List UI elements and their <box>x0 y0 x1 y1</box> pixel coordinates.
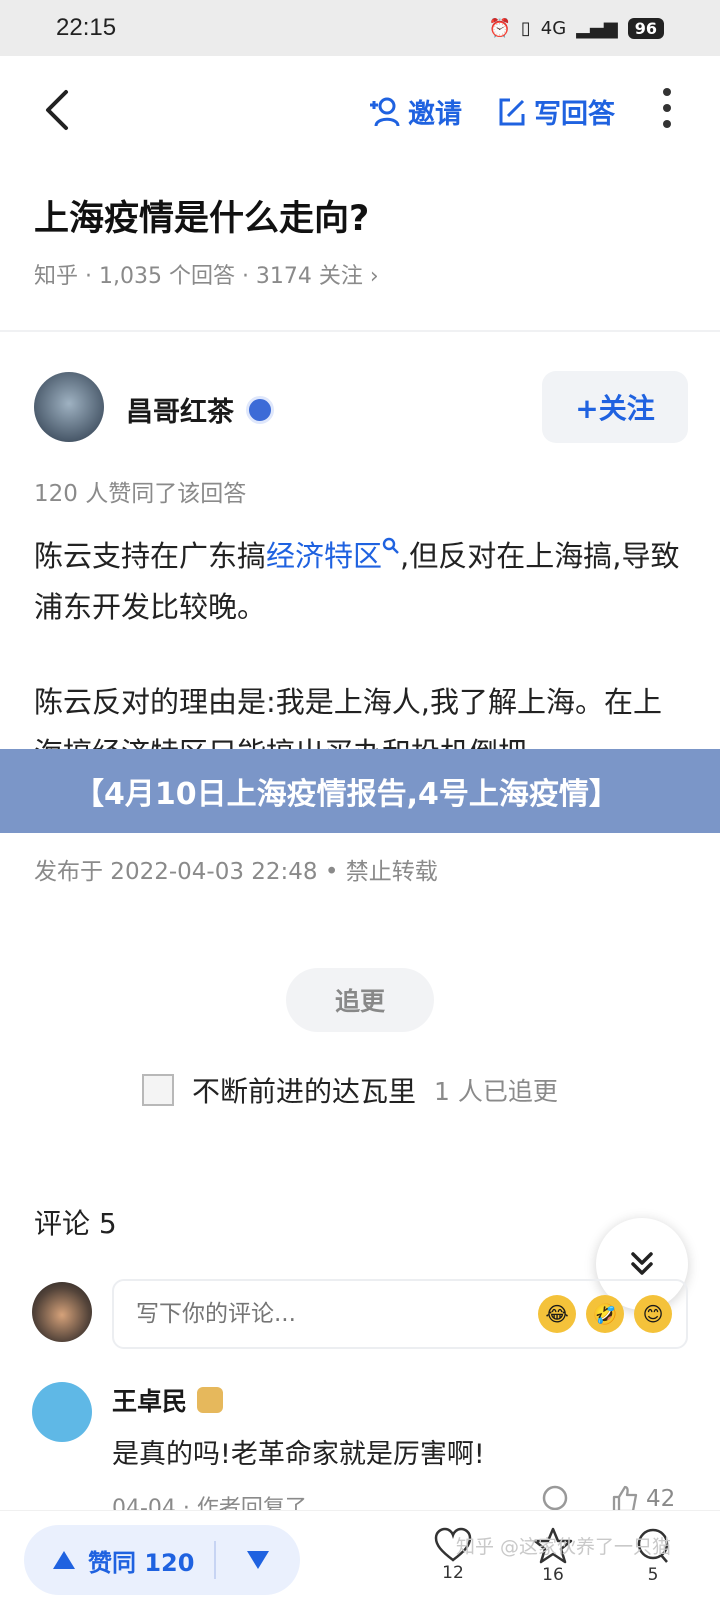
follow-updates-button[interactable]: 追更 <box>286 968 434 1032</box>
author-avatar[interactable] <box>34 372 104 442</box>
rolling-laughing-emoji-icon[interactable]: 🤣 <box>586 1295 624 1333</box>
more-dot-icon <box>663 104 671 112</box>
comment-avatar[interactable] <box>32 1382 92 1442</box>
verified-badge-icon <box>246 395 274 424</box>
edit-icon <box>499 98 525 125</box>
network-label: 4G <box>540 17 567 39</box>
smiling-emoji-icon[interactable]: 😊 <box>634 1295 672 1333</box>
alarm-icon: ⏰ <box>488 17 511 39</box>
favorite-count: 16 <box>542 1565 564 1585</box>
follower-name[interactable]: 不断前进的达瓦里 <box>192 1070 416 1110</box>
vote-pill: 赞同 120 <box>24 1525 300 1595</box>
write-answer-button[interactable]: 写回答 <box>496 92 615 131</box>
status-icons: ⏰ ▯ 4G ▂▄▆ 96 <box>488 17 664 39</box>
invite-label: 邀请 <box>408 99 462 130</box>
comment-author-row[interactable]: 王卓民 <box>112 1382 224 1418</box>
status-bar: 22:15 ⏰ ▯ 4G ▂▄▆ 96 <box>0 0 720 56</box>
vibrate-icon: ▯ <box>520 17 531 39</box>
search-link[interactable]: 经济特区 <box>266 537 400 573</box>
battery-icon: 96 <box>627 17 664 39</box>
question-title[interactable]: 上海疫情是什么走向? <box>34 190 369 241</box>
update-followers: 不断前进的达瓦里 1 人已追更 <box>142 1070 558 1110</box>
top-nav-bar: 邀请 写回答 <box>0 56 720 164</box>
broken-image-icon <box>142 1074 174 1106</box>
downvote-button[interactable] <box>216 1550 300 1570</box>
crying-laughing-emoji-icon[interactable]: 😂 <box>538 1295 576 1333</box>
back-button[interactable] <box>38 86 78 134</box>
answer-text: 陈云支持在广东搞 <box>34 539 267 573</box>
question-meta[interactable]: 知乎 · 1,035 个回答 · 3174 关注 › <box>34 258 379 290</box>
title-overlay-banner: 【4月10日上海疫情报告,4号上海疫情】 <box>0 749 720 833</box>
follower-count: 1 人已追更 <box>434 1077 558 1106</box>
upvote-button[interactable]: 赞同 120 <box>24 1543 214 1578</box>
more-options-button[interactable] <box>660 88 674 128</box>
follow-button[interactable]: +关注 <box>542 371 688 443</box>
comment-input[interactable] <box>136 1301 436 1327</box>
publish-info: 发布于 2022-04-03 22:48 • 禁止转载 <box>34 859 438 885</box>
search-icon <box>382 537 399 554</box>
triangle-down-icon <box>247 1551 269 1569</box>
section-divider <box>0 330 720 332</box>
answer-votes-count: 120 人赞同了该回答 <box>34 481 247 507</box>
emoji-shortcuts: 😂 🤣 😊 <box>538 1295 672 1333</box>
triangle-up-icon <box>53 1551 75 1569</box>
message-count: 5 <box>647 1565 659 1585</box>
more-dot-icon <box>663 88 671 96</box>
invite-button[interactable]: 邀请 <box>368 92 462 131</box>
comment-text: 是真的吗!老革命家就是厉害啊! <box>112 1439 485 1470</box>
comment-input-box[interactable]: 😂 🤣 😊 <box>112 1279 688 1349</box>
answer-paragraph-1: 陈云支持在广东搞经济特区 ,但反对在上海搞,导致浦东开发比较晚。 <box>34 531 686 633</box>
watermark: 知乎 @这家伙养了一只猫 <box>456 1536 672 1558</box>
comment-author[interactable]: 王卓民 <box>112 1382 187 1418</box>
write-answer-label: 写回答 <box>534 99 615 130</box>
add-user-icon <box>370 97 400 126</box>
signal-icon: ▂▄▆ <box>576 17 618 39</box>
search-link-label: 经济特区 <box>266 539 383 573</box>
upvote-label: 赞同 120 <box>88 1548 195 1577</box>
double-chevron-down-icon <box>631 1252 653 1275</box>
member-badge-icon <box>197 1387 224 1413</box>
my-avatar <box>32 1282 92 1342</box>
comment-like-count: 42 <box>646 1486 676 1512</box>
comment-count: 12 <box>442 1563 464 1583</box>
more-dot-icon <box>663 120 671 128</box>
chevron-left-icon <box>46 90 68 130</box>
author-row[interactable]: 昌哥红茶 <box>126 390 274 429</box>
comments-title: 评论 5 <box>34 1207 117 1240</box>
author-name[interactable]: 昌哥红茶 <box>126 390 234 429</box>
status-time: 22:15 <box>56 14 117 41</box>
